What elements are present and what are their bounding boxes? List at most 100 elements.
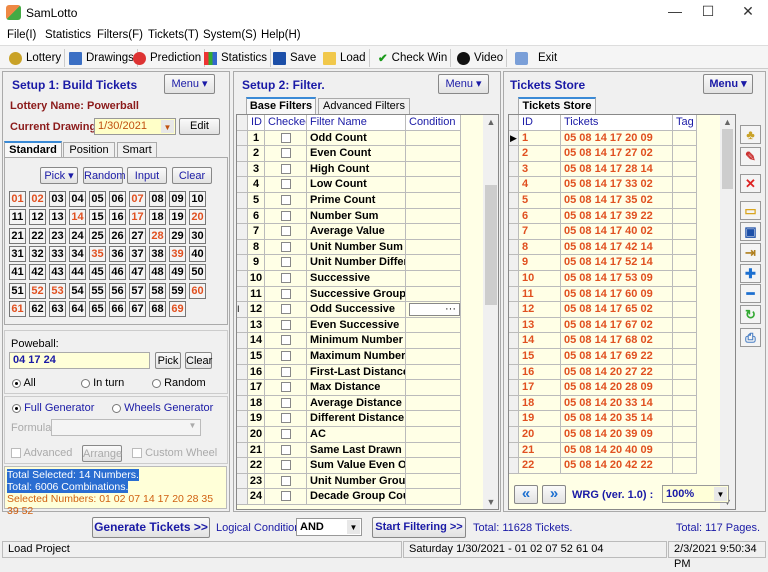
number-button[interactable]: 61 (9, 300, 26, 317)
number-button[interactable]: 52 (29, 282, 46, 299)
powerball-input[interactable]: 04 17 24 (9, 352, 150, 369)
ticket-tag[interactable] (673, 302, 697, 318)
clear-button[interactable]: Clear (172, 167, 212, 184)
row-indicator[interactable] (237, 473, 248, 490)
ticket-tag[interactable] (673, 239, 697, 256)
column-header[interactable]: Filter Name (307, 115, 406, 131)
filter-condition[interactable] (406, 224, 461, 240)
column-header[interactable]: Tickets (561, 115, 673, 131)
number-button[interactable]: 47 (129, 264, 146, 281)
ticket-numbers[interactable]: 05 08 14 17 33 02 (561, 177, 673, 193)
filter-condition[interactable] (406, 473, 461, 490)
ticket-tag[interactable] (673, 146, 697, 162)
filter-checkbox[interactable] (265, 302, 307, 318)
number-button[interactable]: 31 (9, 245, 26, 262)
row-indicator[interactable] (237, 286, 248, 303)
number-button[interactable]: 69 (169, 300, 186, 317)
number-button[interactable]: 54 (69, 282, 86, 299)
filter-condition[interactable] (406, 427, 461, 443)
ticket-tag[interactable] (673, 161, 697, 178)
filter-checkbox[interactable] (265, 177, 307, 193)
row-indicator[interactable] (237, 333, 248, 349)
scroll-thumb[interactable] (485, 185, 497, 305)
row-indicator[interactable] (509, 317, 519, 334)
ticket-tag[interactable] (673, 442, 697, 459)
menu-file[interactable]: File(I) (7, 29, 36, 41)
ticket-tag[interactable] (673, 380, 697, 396)
edit-button[interactable]: Edit (179, 118, 220, 135)
next-page-button[interactable]: » (542, 485, 566, 504)
ticket-numbers[interactable]: 05 08 14 17 68 02 (561, 333, 673, 349)
number-button[interactable]: 33 (49, 245, 66, 262)
number-button[interactable]: 30 (189, 227, 206, 244)
number-button[interactable]: 22 (29, 227, 46, 244)
row-indicator[interactable] (509, 395, 519, 412)
filter-checkbox[interactable] (265, 208, 307, 225)
tab-base-filters[interactable]: Base Filters (246, 97, 316, 114)
filter-condition[interactable] (406, 193, 461, 209)
generate-tickets-button[interactable]: Generate Tickets >> (92, 517, 210, 538)
maximize-button[interactable]: ☐ (693, 3, 723, 23)
number-button[interactable]: 62 (29, 300, 46, 317)
number-button[interactable]: 65 (89, 300, 106, 317)
ticket-numbers[interactable]: 05 08 14 20 27 22 (561, 364, 673, 381)
number-button[interactable]: 53 (49, 282, 66, 299)
mode-all-radio[interactable]: All (12, 377, 36, 389)
print-icon[interactable]: ⎙ (740, 328, 761, 347)
ticket-tag[interactable] (673, 349, 697, 365)
ticket-tag[interactable] (673, 271, 697, 287)
number-button[interactable]: 64 (69, 300, 86, 317)
row-indicator[interactable] (509, 208, 519, 225)
ticket-tag[interactable] (673, 395, 697, 412)
row-indicator[interactable] (237, 130, 248, 147)
number-button[interactable]: 63 (49, 300, 66, 317)
number-button[interactable]: 51 (9, 282, 26, 299)
number-button[interactable]: 05 (89, 191, 106, 207)
ticket-numbers[interactable]: 05 08 14 17 28 14 (561, 161, 673, 178)
filter-condition[interactable] (406, 146, 461, 162)
lottery-bell-icon[interactable]: ♣ (740, 125, 761, 144)
advanced-checkbox[interactable]: Advanced (11, 447, 72, 459)
ticket-numbers[interactable]: 05 08 14 17 40 02 (561, 224, 673, 240)
pick-dropdown-button[interactable]: Pick ▾ (40, 167, 78, 184)
setup2-menu-button[interactable]: Menu ▾ (438, 74, 489, 94)
number-button[interactable]: 38 (149, 245, 166, 262)
number-button[interactable]: 18 (149, 209, 166, 226)
filter-checkbox[interactable] (265, 395, 307, 412)
filter-checkbox[interactable] (265, 271, 307, 287)
column-header[interactable]: ID (248, 115, 265, 131)
number-button[interactable]: 15 (89, 209, 106, 226)
filter-condition[interactable] (406, 177, 461, 193)
row-indicator[interactable] (237, 395, 248, 412)
number-button[interactable]: 59 (169, 282, 186, 299)
row-indicator[interactable]: ▶ (509, 130, 519, 147)
number-button[interactable]: 35 (89, 245, 106, 262)
number-button[interactable]: 48 (149, 264, 166, 281)
filter-checkbox[interactable] (265, 286, 307, 303)
filter-condition[interactable] (406, 255, 461, 271)
row-indicator[interactable] (237, 255, 248, 271)
delete-icon[interactable]: ✕ (740, 174, 761, 193)
number-button[interactable]: 46 (109, 264, 126, 281)
menu-system[interactable]: System(S) (203, 29, 257, 41)
menu-help[interactable]: Help(H) (261, 29, 301, 41)
filter-condition[interactable] (406, 380, 461, 396)
menu-filters[interactable]: Filters(F) (97, 29, 143, 41)
row-indicator[interactable] (509, 458, 519, 474)
row-indicator[interactable] (237, 239, 248, 256)
row-indicator[interactable] (509, 146, 519, 162)
random-button[interactable]: Random (83, 167, 126, 184)
number-button[interactable]: 50 (189, 264, 206, 281)
column-header[interactable] (509, 115, 519, 131)
ticket-tag[interactable] (673, 333, 697, 349)
brush-icon[interactable]: ✎ (740, 147, 761, 166)
previous-page-button[interactable]: « (514, 485, 538, 504)
filter-checkbox[interactable] (265, 349, 307, 365)
filter-checkbox[interactable] (265, 193, 307, 209)
number-button[interactable]: 17 (129, 209, 146, 226)
row-indicator[interactable] (237, 177, 248, 193)
column-header[interactable]: Tag (673, 115, 697, 131)
number-button[interactable]: 07 (129, 191, 146, 207)
number-button[interactable]: 26 (109, 227, 126, 244)
row-indicator[interactable] (237, 208, 248, 225)
